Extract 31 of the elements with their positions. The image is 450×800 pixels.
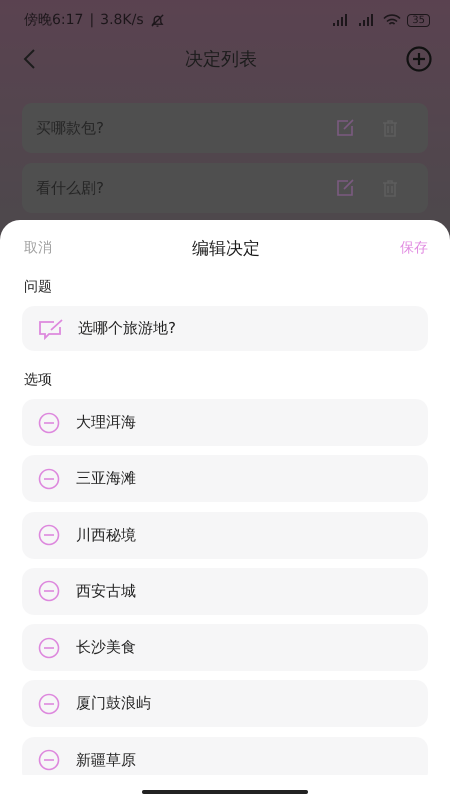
remove-button[interactable]	[38, 412, 60, 434]
question-label: 问题	[23, 278, 53, 297]
remove-button[interactable]	[38, 524, 60, 546]
remove-button[interactable]	[38, 636, 60, 659]
option-text: 西安古城	[76, 582, 136, 601]
back-button[interactable]	[22, 48, 36, 70]
remove-button[interactable]	[38, 749, 60, 772]
remove-button[interactable]	[38, 580, 60, 602]
question-field[interactable]: 选哪个旅游地?	[22, 306, 428, 351]
sheet-title: 编辑决定	[192, 238, 260, 260]
edit-button[interactable]	[336, 119, 354, 137]
option-text: 大理洱海	[76, 413, 136, 432]
speech-bubble-icon	[38, 318, 64, 340]
status-time: 傍晚6:17	[24, 11, 84, 29]
option-text: 长沙美食	[76, 638, 136, 658]
option-text: 川西秘境	[76, 526, 136, 545]
network-speed: 3.8K/s	[100, 12, 144, 28]
bell-off-icon	[150, 12, 165, 28]
option-text: 三亚海滩	[76, 469, 136, 488]
battery-level: 35	[407, 14, 430, 26]
page-title: 决定列表	[185, 48, 257, 71]
question-input[interactable]: 选哪个旅游地?	[78, 320, 412, 338]
remove-button[interactable]	[38, 468, 60, 490]
status-separator: |	[89, 12, 94, 28]
edit-button[interactable]	[336, 179, 354, 197]
option-text: 厦门鼓浪屿	[76, 694, 151, 714]
options-label: 选项	[23, 371, 53, 390]
add-button[interactable]	[406, 46, 432, 72]
wifi-icon	[383, 14, 402, 26]
remove-button[interactable]	[38, 692, 60, 715]
option-text: 新疆草原	[76, 750, 136, 770]
